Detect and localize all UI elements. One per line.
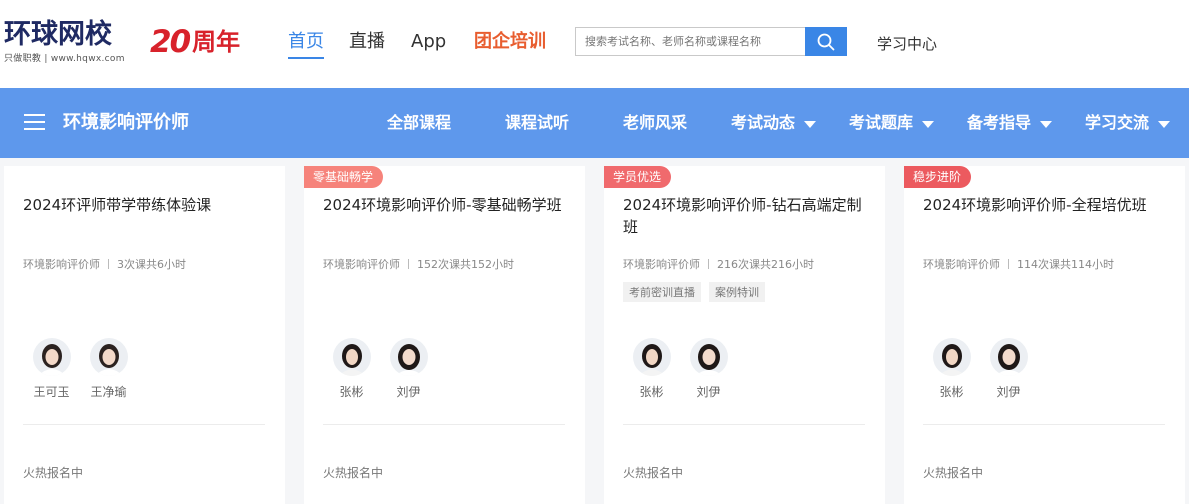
subnav-label: 全部课程 xyxy=(387,113,452,132)
teacher-avatar xyxy=(632,338,671,376)
subnav-teachers[interactable]: 老师风采 xyxy=(623,111,687,135)
teacher-avatar xyxy=(989,338,1028,376)
teacher-avatar xyxy=(32,338,71,376)
enrollment-status: 火热报名中 xyxy=(923,466,984,480)
top-header: 环球网校 只做职教 | www.hqwx.com 20 周年 首页 直播 App… xyxy=(0,0,1189,88)
course-title[interactable]: 2024环境影响评价师-全程培优班 xyxy=(923,194,1173,216)
subnav-study-guide[interactable]: 备考指导 xyxy=(967,111,1053,135)
teacher-avatar xyxy=(332,338,371,376)
chevron-down-icon xyxy=(1158,120,1171,128)
course-card[interactable]: 2024环评师带学带练体验课 环境影响评价师 3次课共6小时 王可玉 王净瑜 火热… xyxy=(4,166,285,504)
anniversary-text: 周年 xyxy=(192,28,241,56)
subnav-course-trial[interactable]: 课程试听 xyxy=(505,111,569,135)
course-tag: 考前密训直播 xyxy=(623,282,701,302)
course-title[interactable]: 2024环境影响评价师-钻石高端定制班 xyxy=(623,194,873,238)
nav-app[interactable]: App xyxy=(411,30,446,54)
teacher[interactable]: 张彬 xyxy=(923,338,980,400)
course-badge: 零基础畅学 xyxy=(304,166,384,188)
course-lessons: 152次课共152小时 xyxy=(417,258,514,271)
course-card[interactable]: 学员优选 2024环境影响评价师-钻石高端定制班 环境影响评价师 216次课共21… xyxy=(604,166,885,504)
anniversary-number: 20 xyxy=(150,24,191,60)
course-meta: 环境影响评价师 152次课共152小时 xyxy=(323,256,514,272)
course-title[interactable]: 2024环评师带学带练体验课 xyxy=(23,194,273,216)
card-divider xyxy=(923,424,1165,425)
subnav-label: 备考指导 xyxy=(967,113,1032,132)
card-divider xyxy=(323,424,565,425)
subnav-label: 考试动态 xyxy=(731,113,796,132)
teacher[interactable]: 刘伊 xyxy=(380,338,437,400)
teacher-avatar xyxy=(89,338,128,376)
subnav-question-bank[interactable]: 考试题库 xyxy=(849,111,935,135)
course-category: 环境影响评价师 xyxy=(923,258,1000,271)
teacher-name: 王可玉 xyxy=(33,385,70,399)
teacher-name: 张彬 xyxy=(939,385,964,399)
teacher[interactable]: 王可玉 xyxy=(23,338,80,400)
subnav-label: 课程试听 xyxy=(505,113,570,132)
teacher-list: 张彬 刘伊 xyxy=(323,338,437,400)
card-divider xyxy=(623,424,865,425)
subnav-label: 老师风采 xyxy=(623,113,688,132)
teacher[interactable]: 刘伊 xyxy=(980,338,1037,400)
enrollment-status: 火热报名中 xyxy=(23,466,84,480)
logo-tagline: 只做职教 | www.hqwx.com xyxy=(4,54,125,64)
chevron-down-icon xyxy=(1040,120,1053,128)
teacher-list: 王可玉 王净瑜 xyxy=(23,338,137,400)
search-icon xyxy=(817,33,835,50)
menu-icon[interactable] xyxy=(24,114,45,132)
course-tag: 案例特训 xyxy=(709,282,765,302)
category-subnav: 环境影响评价师 全部课程 课程试听 老师风采 考试动态 考试题库 备考指导 学习… xyxy=(0,88,1189,158)
anniversary-logo: 20 周年 xyxy=(150,24,240,60)
site-logo[interactable]: 环球网校 只做职教 | www.hqwx.com xyxy=(4,19,134,65)
course-title[interactable]: 2024环境影响评价师-零基础畅学班 xyxy=(323,194,573,216)
logo-text: 环球网校 xyxy=(4,19,112,50)
teacher-name: 张彬 xyxy=(339,385,364,399)
search-input[interactable] xyxy=(576,28,806,55)
subnav-all-courses[interactable]: 全部课程 xyxy=(387,111,451,135)
teacher-name: 王净瑜 xyxy=(90,385,127,399)
teacher[interactable]: 张彬 xyxy=(623,338,680,400)
subnav-label: 学习交流 xyxy=(1085,113,1150,132)
teacher-name: 刘伊 xyxy=(996,385,1021,399)
subnav-study-exchange[interactable]: 学习交流 xyxy=(1085,111,1171,135)
course-badge: 学员优选 xyxy=(604,166,672,188)
study-center-link[interactable]: 学习中心 xyxy=(877,33,937,54)
course-badge: 稳步进阶 xyxy=(904,166,972,188)
teacher-avatar xyxy=(389,338,428,376)
course-lessons: 216次课共216小时 xyxy=(717,258,814,271)
subnav-label: 考试题库 xyxy=(849,113,914,132)
course-category: 环境影响评价师 xyxy=(323,258,400,271)
chevron-down-icon xyxy=(922,120,935,128)
subnav-exam-news[interactable]: 考试动态 xyxy=(731,111,817,135)
teacher-name: 张彬 xyxy=(639,385,664,399)
chevron-down-icon xyxy=(804,120,817,128)
course-meta: 环境影响评价师 216次课共216小时 xyxy=(623,256,814,272)
course-card[interactable]: 稳步进阶 2024环境影响评价师-全程培优班 环境影响评价师 114次课共114小… xyxy=(904,166,1185,504)
teacher-avatar xyxy=(932,338,971,376)
course-category: 环境影响评价师 xyxy=(23,258,100,271)
teacher[interactable]: 张彬 xyxy=(323,338,380,400)
nav-enterprise-training[interactable]: 团企培训 xyxy=(474,30,546,54)
teacher-name: 刘伊 xyxy=(396,385,421,399)
enrollment-status: 火热报名中 xyxy=(323,466,384,480)
course-card[interactable]: 零基础畅学 2024环境影响评价师-零基础畅学班 环境影响评价师 152次课共15… xyxy=(304,166,585,504)
course-lessons: 3次课共6小时 xyxy=(117,258,186,271)
teacher-list: 张彬 刘伊 xyxy=(923,338,1037,400)
course-category: 环境影响评价师 xyxy=(623,258,700,271)
course-meta: 环境影响评价师 3次课共6小时 xyxy=(23,256,186,272)
teacher-name: 刘伊 xyxy=(696,385,721,399)
search-button[interactable] xyxy=(805,27,847,56)
enrollment-status: 火热报名中 xyxy=(623,466,684,480)
teacher[interactable]: 王净瑜 xyxy=(80,338,137,400)
nav-live[interactable]: 直播 xyxy=(349,30,385,54)
teacher-avatar xyxy=(689,338,728,376)
category-title: 环境影响评价师 xyxy=(63,112,189,133)
search-box xyxy=(575,27,806,56)
card-divider xyxy=(23,424,265,425)
course-meta: 环境影响评价师 114次课共114小时 xyxy=(923,256,1114,272)
teacher-list: 张彬 刘伊 xyxy=(623,338,737,400)
course-tags: 考前密训直播 案例特训 xyxy=(623,282,765,302)
nav-home[interactable]: 首页 xyxy=(288,30,324,59)
teacher[interactable]: 刘伊 xyxy=(680,338,737,400)
course-lessons: 114次课共114小时 xyxy=(1017,258,1114,271)
